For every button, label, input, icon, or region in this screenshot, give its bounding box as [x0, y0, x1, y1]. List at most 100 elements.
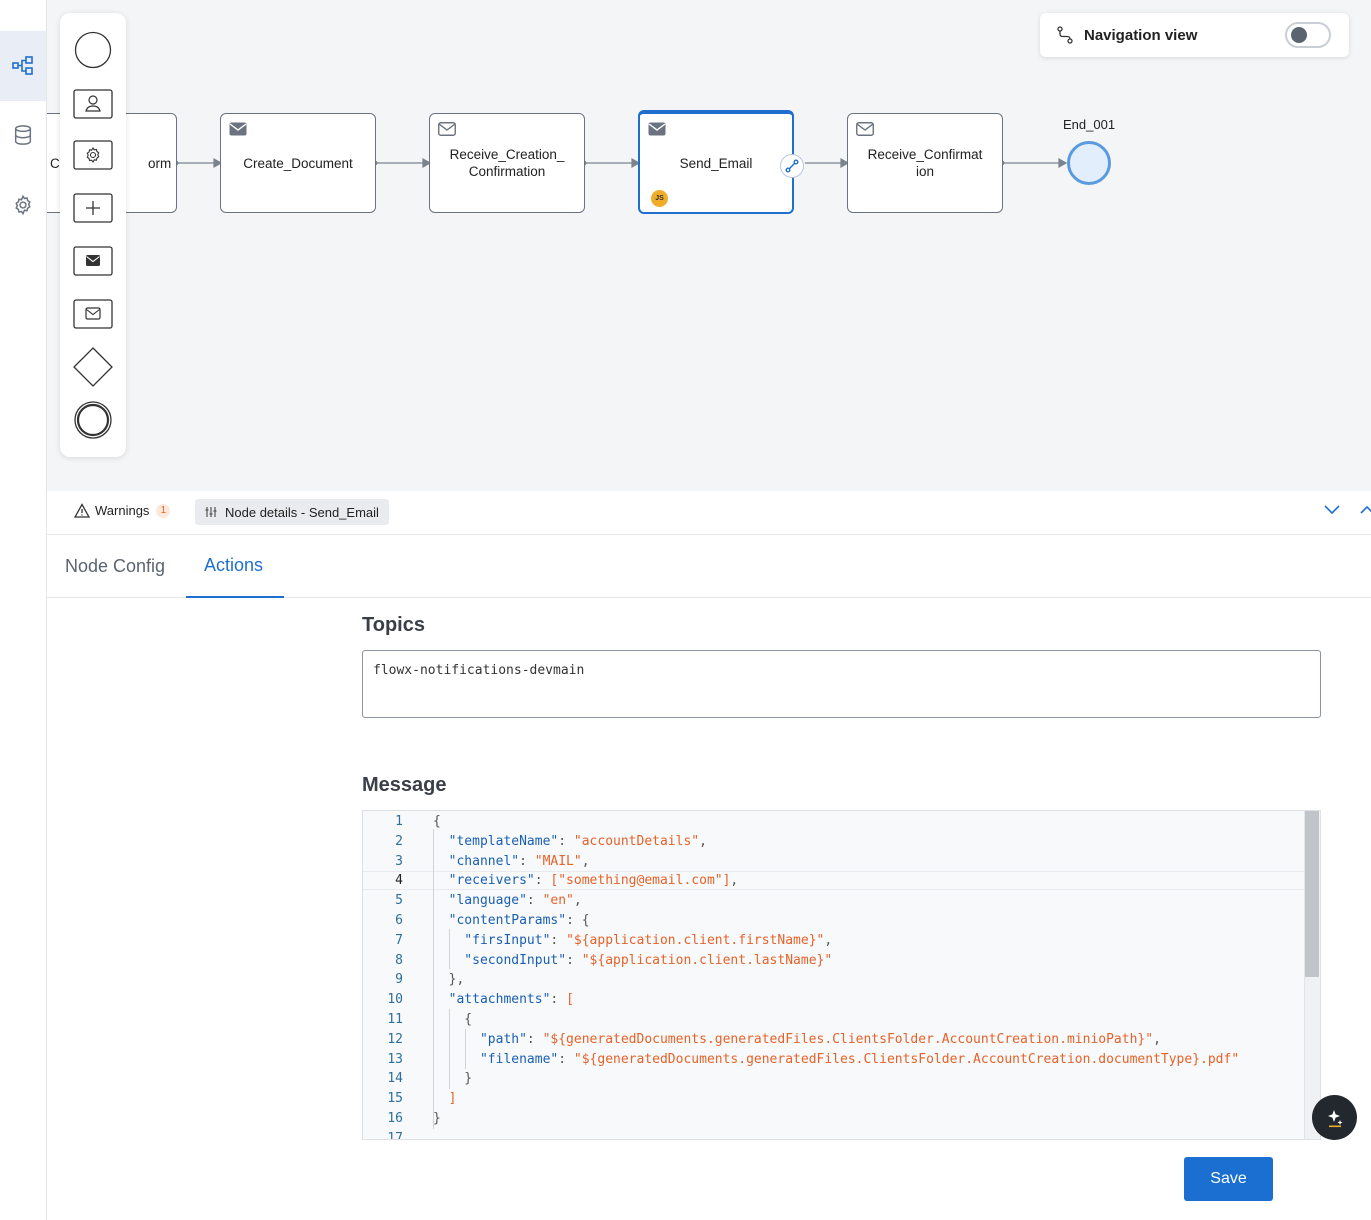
palette-service-task[interactable]	[73, 135, 113, 175]
service-task-icon	[73, 140, 113, 170]
line-number: 7	[395, 932, 403, 948]
send-message-icon	[73, 246, 113, 276]
palette-user-task[interactable]	[73, 84, 113, 124]
toggle-knob	[1291, 27, 1307, 43]
line-number: 2	[395, 833, 403, 849]
process-diagram-icon	[12, 56, 33, 75]
tab-actions[interactable]: Actions	[186, 535, 284, 598]
end-event-node[interactable]	[1067, 141, 1111, 185]
start-event-icon	[74, 31, 112, 69]
message-title: Message	[362, 774, 447, 796]
code-line: "firsInput": "${application.client.first…	[433, 932, 833, 948]
indent-guide	[449, 1009, 450, 1089]
node-details-tab[interactable]: Node details - Send_Email	[195, 499, 389, 525]
line-number: 1	[395, 814, 403, 829]
indent-guide	[449, 929, 450, 969]
process-canvas[interactable]: Ci orm Create_Document Receive_Creation_…	[47, 0, 1371, 491]
sliders-icon	[205, 507, 217, 517]
rail-item-settings[interactable]	[0, 170, 46, 240]
code-line: "receivers": ["something@email.com"],	[433, 873, 739, 889]
code-line: "path": "${generatedDocuments.generatedF…	[433, 1031, 1161, 1047]
process-node-create-document[interactable]: Create_Document	[220, 113, 376, 213]
receive-message-icon	[856, 122, 874, 136]
end-node-label: End_001	[1063, 117, 1116, 132]
palette-send-message-task[interactable]	[73, 241, 113, 281]
code-line: }	[433, 1071, 473, 1087]
line-number: 4	[395, 873, 403, 889]
js-badge: JS	[651, 190, 668, 207]
code-line: "filename": "${generatedDocuments.genera…	[433, 1051, 1240, 1067]
connector-icon	[785, 159, 799, 173]
connectors	[173, 157, 1068, 169]
editor-scrollbar-thumb[interactable]	[1305, 811, 1319, 977]
line-number: 17	[387, 1130, 403, 1140]
node-details-label: Node details - Send_Email	[225, 504, 379, 520]
left-rail	[0, 0, 47, 1220]
node-label: Send_Email	[679, 155, 753, 171]
code-line: "attachments": [	[433, 992, 574, 1008]
code-line: },	[433, 972, 465, 988]
code-line: "secondInput": "${application.client.las…	[433, 952, 833, 968]
navigation-view-card: Navigation view	[1040, 13, 1349, 57]
palette-receive-message-task[interactable]	[73, 294, 113, 334]
connect-handle-button[interactable]	[780, 154, 804, 178]
ai-assistant-button[interactable]	[1312, 1095, 1357, 1140]
node-label: Receive_Confirmat ion	[867, 147, 983, 179]
line-number: 5	[395, 893, 403, 909]
line-number: 11	[387, 1012, 403, 1027]
warnings-tab[interactable]: Warnings 1	[74, 503, 171, 518]
line-number: 8	[395, 952, 403, 968]
receive-message-icon	[438, 122, 456, 136]
rail-item-data[interactable]	[0, 100, 46, 170]
line-number: 10	[387, 992, 403, 1008]
sparkle-icon	[1327, 1109, 1342, 1127]
navigation-route-icon	[1057, 26, 1073, 44]
warnings-count-badge: 1	[156, 503, 171, 518]
send-message-icon	[648, 122, 666, 136]
line-number: 13	[387, 1051, 403, 1067]
process-node-receive-creation-confirmation[interactable]: Receive_Creation_ Confirmation	[429, 113, 585, 213]
topics-input[interactable]: flowx-notifications-devmain	[362, 650, 1321, 718]
line-number: 15	[387, 1091, 403, 1107]
user-task-icon	[73, 89, 113, 119]
line-number: 14	[387, 1071, 403, 1087]
palette-gateway[interactable]	[73, 347, 113, 387]
warning-triangle-icon	[74, 503, 90, 518]
line-number: 16	[387, 1111, 403, 1126]
code-line: "contentParams": {	[433, 913, 590, 928]
details-tabs: Node Config Actions	[47, 535, 1371, 598]
line-number: 12	[387, 1031, 403, 1047]
palette-start-event[interactable]	[73, 30, 113, 70]
subprocess-icon	[73, 193, 113, 223]
save-button[interactable]: Save	[1184, 1157, 1273, 1201]
code-line: {	[433, 1012, 473, 1027]
chevron-down-icon[interactable]	[1324, 505, 1340, 515]
send-message-icon	[229, 122, 247, 136]
indent-guide	[433, 829, 434, 1129]
warnings-label: Warnings	[95, 503, 150, 518]
palette-end-event[interactable]	[73, 400, 113, 440]
chevron-up-icon[interactable]	[1360, 505, 1371, 515]
editor-scrollbar[interactable]	[1304, 811, 1320, 1139]
element-palette	[60, 13, 126, 457]
process-node-receive-confirmation[interactable]: Receive_Confirmat ion	[847, 113, 1003, 213]
topics-title: Topics	[362, 614, 425, 636]
palette-subprocess[interactable]	[73, 188, 113, 228]
code-line: {	[433, 814, 441, 829]
tab-node-config[interactable]: Node Config	[47, 535, 183, 598]
line-number: 6	[395, 913, 403, 928]
code-line: "channel": "MAIL",	[433, 853, 590, 869]
line-number: 3	[395, 853, 403, 869]
database-icon	[14, 125, 32, 145]
gateway-icon	[73, 347, 113, 387]
code-line: "templateName": "accountDetails",	[433, 833, 707, 849]
end-event-icon	[74, 401, 112, 439]
message-code-editor[interactable]: 1 2 3 4 5 6 7 8 9 10 11 12 13 14 15 16 17 { "templateNam…	[362, 810, 1321, 1140]
navigation-view-toggle[interactable]	[1285, 22, 1331, 48]
node-label: Receive_Creation_ Confirmation	[449, 147, 565, 179]
rail-item-process[interactable]	[0, 31, 46, 101]
code-line: ]	[433, 1091, 457, 1107]
receive-message-icon	[73, 299, 113, 329]
line-number: 9	[395, 972, 403, 988]
process-node-send-email[interactable]: Send_Email JS	[638, 110, 804, 214]
